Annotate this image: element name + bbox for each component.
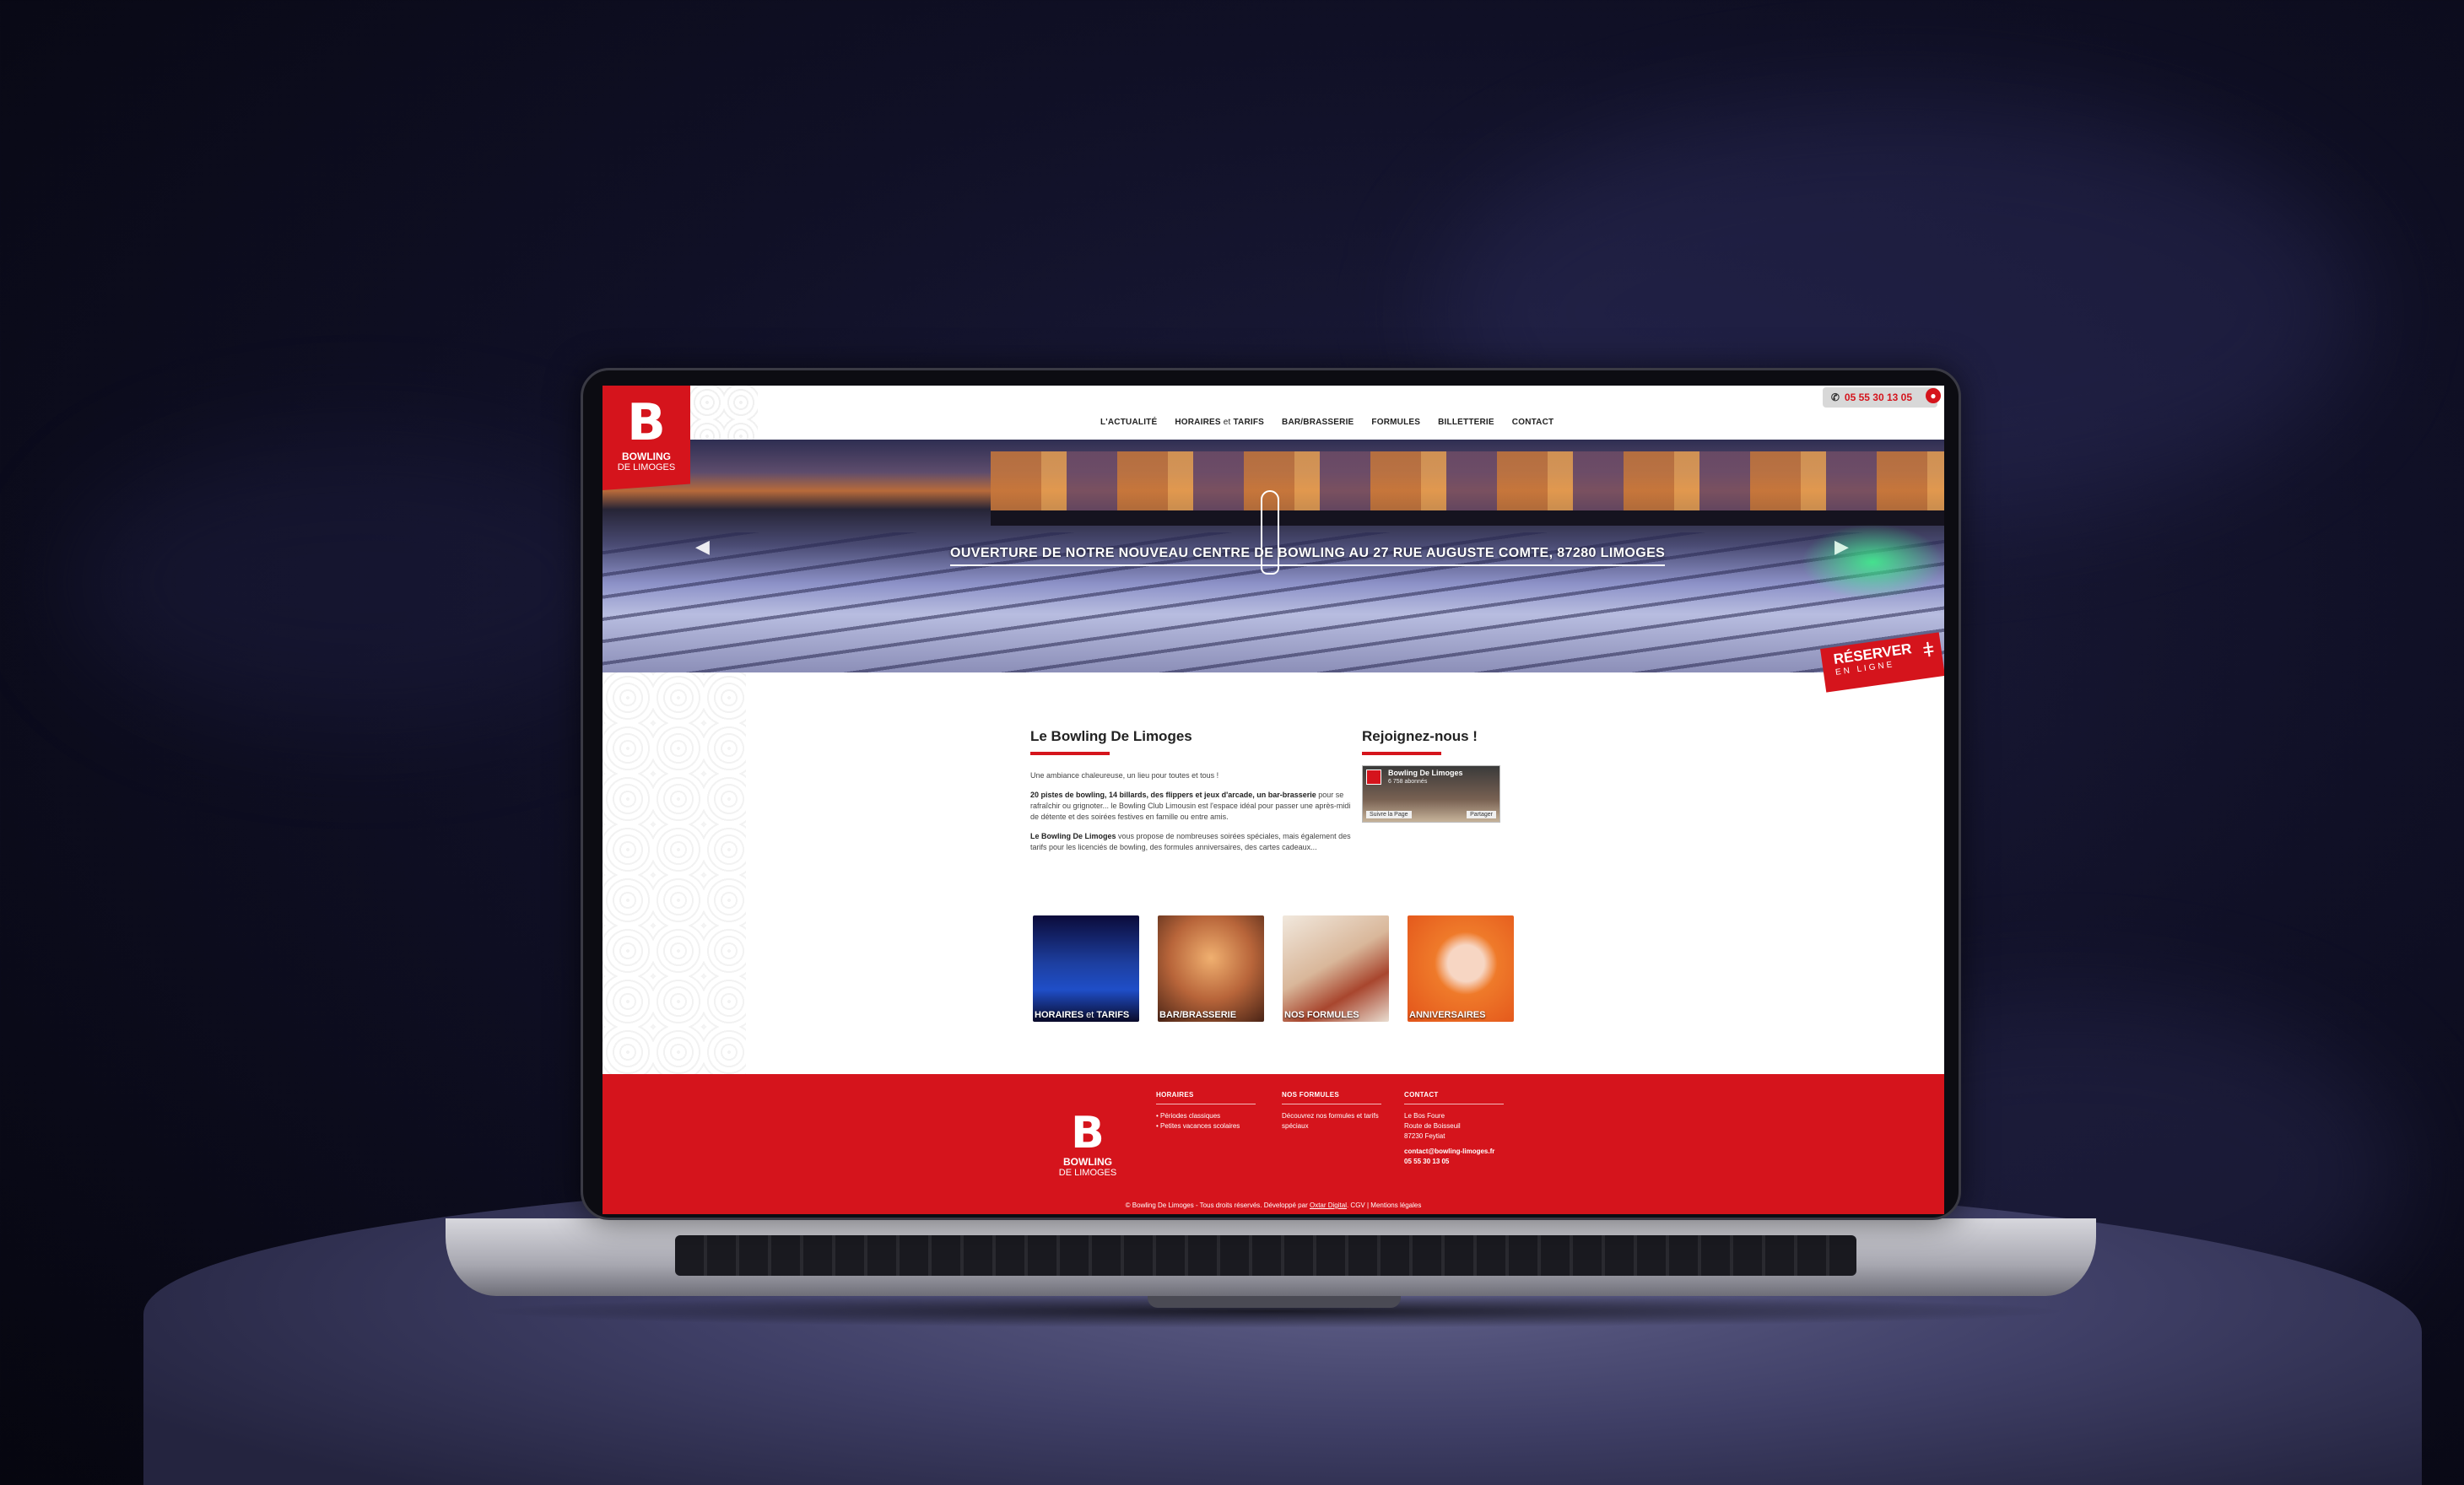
address-line: Route de Boisseuil xyxy=(1404,1122,1461,1130)
developer-link[interactable]: Oxtar Digital xyxy=(1310,1202,1347,1209)
logo-line1: BOWLING xyxy=(1063,1156,1112,1168)
tile-horaires-tarifs[interactable]: HORAIRES et TARIFS xyxy=(1033,915,1139,1022)
heading-underline xyxy=(1030,752,1110,755)
hero-slider: ◀ ▶ OUVERTURE DE NOTRE NOUVEAU CENTRE DE… xyxy=(602,440,1944,672)
phone-number: 05 55 30 13 05 xyxy=(1844,392,1912,403)
logo-line2: DE LIMOGES xyxy=(1058,1168,1117,1178)
nav-label: et xyxy=(1220,418,1234,427)
site-logo[interactable]: B BOWLING DE LIMOGES xyxy=(602,386,690,490)
footer-heading: HORAIRES xyxy=(1156,1091,1194,1099)
tile-caption: BAR/BRASSERIE xyxy=(1159,1010,1237,1020)
user-icon[interactable]: ● xyxy=(1926,388,1941,403)
copyright: © Bowling De Limoges - Tous droits réser… xyxy=(602,1202,1944,1209)
nav-item-contact[interactable]: CONTACT xyxy=(1512,418,1554,427)
laptop-screen: ✆ 05 55 30 13 05 ● L'ACTUALITÉ HORAIRES … xyxy=(602,386,1944,1214)
tile-caption: HORAIRES et TARIFS xyxy=(1033,1010,1139,1020)
about-paragraph: Le Bowling De Limoges vous propose de no… xyxy=(1030,831,1351,853)
nav-item-actualite[interactable]: L'ACTUALITÉ xyxy=(1100,418,1157,427)
address-line: 87230 Feytiat xyxy=(1404,1132,1445,1140)
contact-email[interactable]: contact@bowling-limoges.fr xyxy=(1404,1147,1504,1157)
nav-item-bar-brasserie[interactable]: BAR/BRASSERIE xyxy=(1282,418,1354,427)
footer-horaires: HORAIRES Périodes classiques Petites vac… xyxy=(1156,1091,1256,1131)
laptop-keyboard xyxy=(675,1235,1856,1276)
join-section: Rejoignez-nous ! Bowling De Limoges 6 75… xyxy=(1362,728,1531,823)
heading-underline xyxy=(1362,752,1441,755)
about-bold: Le Bowling De Limoges xyxy=(1030,832,1116,840)
footer-heading: NOS FORMULES xyxy=(1282,1091,1340,1099)
copyright-text: © Bowling De Limoges - Tous droits réser… xyxy=(1125,1202,1310,1209)
laptop-notch xyxy=(1148,1296,1401,1308)
tile-caption-part: et xyxy=(1083,1010,1097,1020)
site-footer: B BOWLING DE LIMOGES HORAIRES Périodes c… xyxy=(602,1074,1944,1214)
facebook-page-avatar xyxy=(1366,770,1381,785)
about-bold: 20 pistes de bowling, 14 billards, des f… xyxy=(1030,791,1316,799)
address-line: Le Bos Foure xyxy=(1404,1112,1445,1120)
main-nav: L'ACTUALITÉ HORAIRES et TARIFS BAR/BRASS… xyxy=(1100,418,1554,427)
feature-tiles: HORAIRES et TARIFS BAR/BRASSERIE NOS FOR… xyxy=(1033,915,1514,1022)
footer-heading: CONTACT xyxy=(1404,1091,1439,1099)
nav-label: HORAIRES xyxy=(1175,418,1221,427)
footer-logo[interactable]: B BOWLING DE LIMOGES xyxy=(1050,1110,1126,1179)
facebook-widget[interactable]: Bowling De Limoges 6 758 abonnés Suivre … xyxy=(1362,765,1500,823)
facebook-page-name[interactable]: Bowling De Limoges xyxy=(1388,769,1463,777)
legal-links[interactable]: . CGV | Mentions légales xyxy=(1347,1202,1421,1209)
about-section: Le Bowling De Limoges Une ambiance chale… xyxy=(1030,728,1351,853)
tile-bar-brasserie[interactable]: BAR/BRASSERIE xyxy=(1158,915,1264,1022)
phone-icon: ✆ xyxy=(1830,392,1840,403)
logo-line1: BOWLING xyxy=(622,451,671,462)
tile-anniversaires[interactable]: ANNIVERSAIRES xyxy=(1408,915,1514,1022)
hero-title[interactable]: OUVERTURE DE NOTRE NOUVEAU CENTRE DE BOW… xyxy=(950,546,1666,566)
nav-item-formules[interactable]: FORMULES xyxy=(1371,418,1420,427)
logo-letter: B xyxy=(1071,1108,1105,1158)
footer-link[interactable]: Petites vacances scolaires xyxy=(1156,1121,1256,1131)
side-pattern xyxy=(602,672,746,1074)
nav-item-horaires-tarifs[interactable]: HORAIRES et TARIFS xyxy=(1175,418,1264,427)
footer-formules: NOS FORMULES Découvrez nos formules et t… xyxy=(1282,1091,1381,1131)
tile-caption-part: HORAIRES xyxy=(1035,1010,1084,1020)
about-intro: Une ambiance chaleureuse, un lieu pour t… xyxy=(1030,771,1219,780)
contact-phone[interactable]: 05 55 30 13 05 xyxy=(1404,1157,1504,1167)
nav-item-billetterie[interactable]: BILLETTERIE xyxy=(1438,418,1494,427)
about-heading: Le Bowling De Limoges xyxy=(1030,728,1192,744)
header-pattern xyxy=(690,386,758,440)
facebook-followers: 6 758 abonnés xyxy=(1388,779,1428,785)
hero-pin-decks xyxy=(991,451,1944,510)
hero-glow xyxy=(1801,524,1944,600)
arrow-left-icon[interactable]: ◀ xyxy=(695,536,710,558)
arrow-right-icon[interactable]: ▶ xyxy=(1834,536,1849,558)
background-haze xyxy=(68,439,658,726)
tile-formules[interactable]: NOS FORMULES xyxy=(1283,915,1389,1022)
site-header: ✆ 05 55 30 13 05 ● L'ACTUALITÉ HORAIRES … xyxy=(602,386,1944,440)
logo-letter: B xyxy=(627,393,666,452)
footer-contact: CONTACT Le Bos Foure Route de Boisseuil … xyxy=(1404,1091,1504,1167)
facebook-share-button[interactable]: Partager xyxy=(1467,811,1496,818)
footer-link[interactable]: Découvrez nos formules et tarifs spéciau… xyxy=(1282,1111,1381,1131)
about-paragraph: 20 pistes de bowling, 14 billards, des f… xyxy=(1030,790,1351,823)
logo-line2: DE LIMOGES xyxy=(617,462,676,472)
tile-caption-part: TARIFS xyxy=(1096,1010,1130,1020)
nav-label: TARIFS xyxy=(1233,418,1265,427)
tile-caption: ANNIVERSAIRES xyxy=(1409,1010,1486,1020)
footer-list: Périodes classiques Petites vacances sco… xyxy=(1156,1111,1256,1131)
join-heading: Rejoignez-nous ! xyxy=(1362,728,1478,744)
footer-link[interactable]: Périodes classiques xyxy=(1156,1111,1256,1121)
tile-caption: NOS FORMULES xyxy=(1284,1010,1359,1020)
facebook-follow-button[interactable]: Suivre la Page xyxy=(1366,811,1412,818)
phone-link[interactable]: ✆ 05 55 30 13 05 xyxy=(1822,387,1937,408)
